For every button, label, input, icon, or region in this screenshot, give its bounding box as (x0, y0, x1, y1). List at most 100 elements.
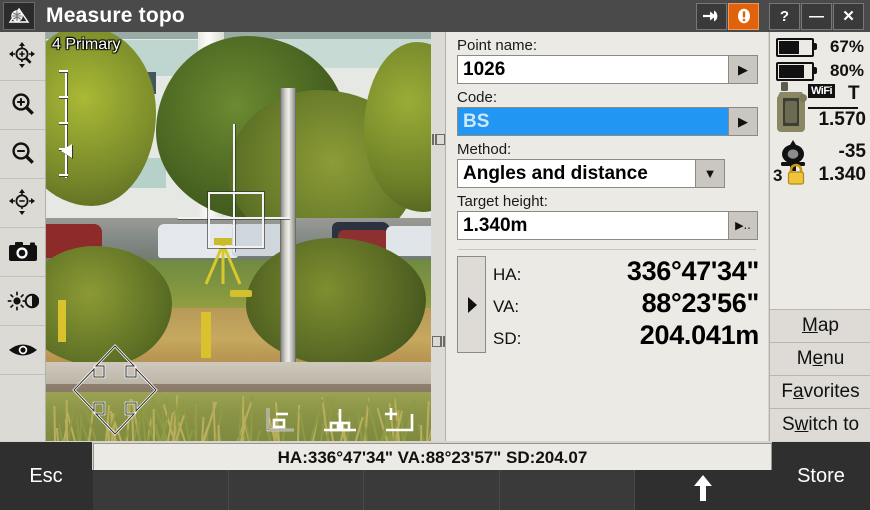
zoom-slider-track (65, 70, 67, 178)
favorites-button-label: Favorites (781, 381, 859, 403)
instrument-height: 1.570 (818, 109, 866, 131)
prism-constant: -35 (839, 141, 866, 163)
measure-add-point-icon[interactable] (380, 404, 416, 434)
up-arrow-icon (693, 474, 713, 507)
panel-divider (431, 32, 446, 441)
video-toolbar (0, 32, 46, 441)
help-button[interactable]: ? (769, 3, 800, 30)
battery-icon (776, 62, 814, 81)
code-label: Code: (457, 89, 768, 106)
dpad-navigation-control[interactable] (60, 344, 170, 437)
target-height-value: 1.340 (818, 164, 866, 186)
eye-icon[interactable] (0, 326, 45, 375)
target-height-label: Target height: (457, 193, 768, 210)
code-options-button[interactable]: ▶ (729, 107, 758, 136)
point-name-options-button[interactable]: ▶ (729, 55, 758, 84)
menu-button[interactable]: Menu (770, 342, 870, 375)
map-rest: ap (818, 315, 839, 336)
collapse-right-panel-icon[interactable] (432, 334, 445, 345)
code-row: BS ▶ (457, 107, 758, 136)
video-stake (201, 312, 211, 358)
minimize-button[interactable]: — (801, 3, 832, 30)
status-bar: HA:336°47'34" VA:88°23'57" SD:204.07 (93, 443, 772, 472)
target-status[interactable]: 3 -35 1.340 (770, 139, 870, 195)
store-button[interactable]: Store (772, 442, 870, 510)
point-name-row: 1026 ▶ (457, 55, 758, 84)
switch-accel: w (795, 414, 809, 435)
close-button[interactable]: ✕ (833, 3, 864, 30)
zoom-slider-tick (59, 70, 68, 72)
brightness-contrast-icon[interactable] (0, 277, 45, 326)
zoom-out-icon[interactable] (0, 130, 45, 179)
zoom-slider-handle[interactable] (61, 144, 72, 158)
target-height-input[interactable]: 1.340m (457, 211, 729, 240)
va-readout: VA: 88°23'56" (493, 288, 768, 320)
target-count: 3 (773, 166, 782, 186)
sd-label: SD: (493, 329, 547, 349)
softkey-row (93, 470, 770, 510)
zoom-slider-tick (59, 96, 68, 98)
zoom-to-extents-in-icon[interactable] (0, 32, 45, 81)
method-select[interactable]: Angles and distance (457, 159, 696, 188)
zoom-slider[interactable] (59, 70, 73, 178)
target-height-row: 1.340m ▶‥ (457, 211, 758, 240)
favorites-accel: a (793, 381, 804, 402)
instrument-mode: T (848, 83, 860, 105)
ha-value: 336°47'34" (547, 256, 768, 287)
bottom-bar: Esc Store (0, 470, 870, 510)
softkey-more[interactable] (635, 470, 770, 510)
menu-rest: nu (823, 348, 844, 369)
softkey-3[interactable] (364, 470, 500, 510)
wifi-badge: WiFi (808, 84, 835, 98)
zoom-in-icon[interactable] (0, 81, 45, 130)
switch-to-button-label: Switch to (782, 414, 859, 436)
softkey-2[interactable] (229, 470, 365, 510)
collapse-left-panel-icon[interactable] (432, 132, 445, 143)
code-input[interactable]: BS (457, 107, 729, 136)
page-title: Measure topo (46, 4, 185, 28)
map-button[interactable]: Map (770, 309, 870, 342)
reticle-box (208, 192, 264, 248)
switch-pre: S (782, 414, 795, 435)
switch-rest: itch to (808, 414, 859, 435)
favorites-rest: vorites (804, 381, 860, 402)
video-weed-blade (256, 430, 261, 441)
connect-icon[interactable] (696, 3, 727, 30)
point-name-input[interactable]: 1026 (457, 55, 729, 84)
measurements-expand-handle[interactable] (457, 256, 486, 353)
measurements-block: HA: 336°47'34" VA: 88°23'56" SD: 204.041… (457, 256, 768, 353)
video-measure-icons (264, 404, 416, 434)
esc-button[interactable]: Esc (0, 442, 92, 510)
measure-center-icon[interactable] (322, 404, 358, 434)
measure-offset-icon[interactable] (264, 404, 300, 434)
measure-topo-window: Measure topo ? — ✕ 4 Primary Point name:… (0, 0, 870, 510)
softkey-4[interactable] (500, 470, 636, 510)
video-weed-blade (53, 406, 56, 441)
switch-to-button[interactable]: Switch to (770, 408, 870, 441)
status-panel-buttons: Map Menu Favorites Switch to (770, 309, 870, 441)
zoom-to-extents-out-icon[interactable] (0, 179, 45, 228)
measure-form: Point name: 1026 ▶ Code: BS ▶ Method: An… (446, 32, 768, 441)
map-button-label: Map (802, 315, 839, 337)
camera-icon[interactable] (0, 228, 45, 277)
measurement-readouts: HA: 336°47'34" VA: 88°23'56" SD: 204.041… (493, 256, 768, 353)
sd-readout: SD: 204.041m (493, 320, 768, 352)
alert-icon[interactable] (728, 3, 759, 30)
instrument-battery: 80% (770, 57, 870, 81)
favorites-button[interactable]: Favorites (770, 375, 870, 408)
window-controls: ? — ✕ (695, 3, 870, 30)
trimble-globe-icon (3, 2, 35, 30)
zoom-slider-tick (59, 122, 68, 124)
method-dropdown-button[interactable]: ▼ (696, 159, 725, 188)
target-height-options-button[interactable]: ▶‥ (729, 211, 758, 240)
va-value: 88°23'56" (547, 288, 768, 319)
point-name-label: Point name: (457, 37, 768, 54)
instrument-status[interactable]: WiFi T 1.570 (770, 81, 870, 139)
ha-label: HA: (493, 265, 547, 285)
softkey-1[interactable] (93, 470, 229, 510)
method-row: Angles and distance ▼ (457, 159, 725, 188)
video-overlay-label: 4 Primary (52, 36, 120, 54)
video-feed[interactable]: 4 Primary (46, 32, 431, 441)
crosshair-reticle (200, 184, 268, 252)
title-bar: Measure topo ? — ✕ (0, 0, 870, 32)
